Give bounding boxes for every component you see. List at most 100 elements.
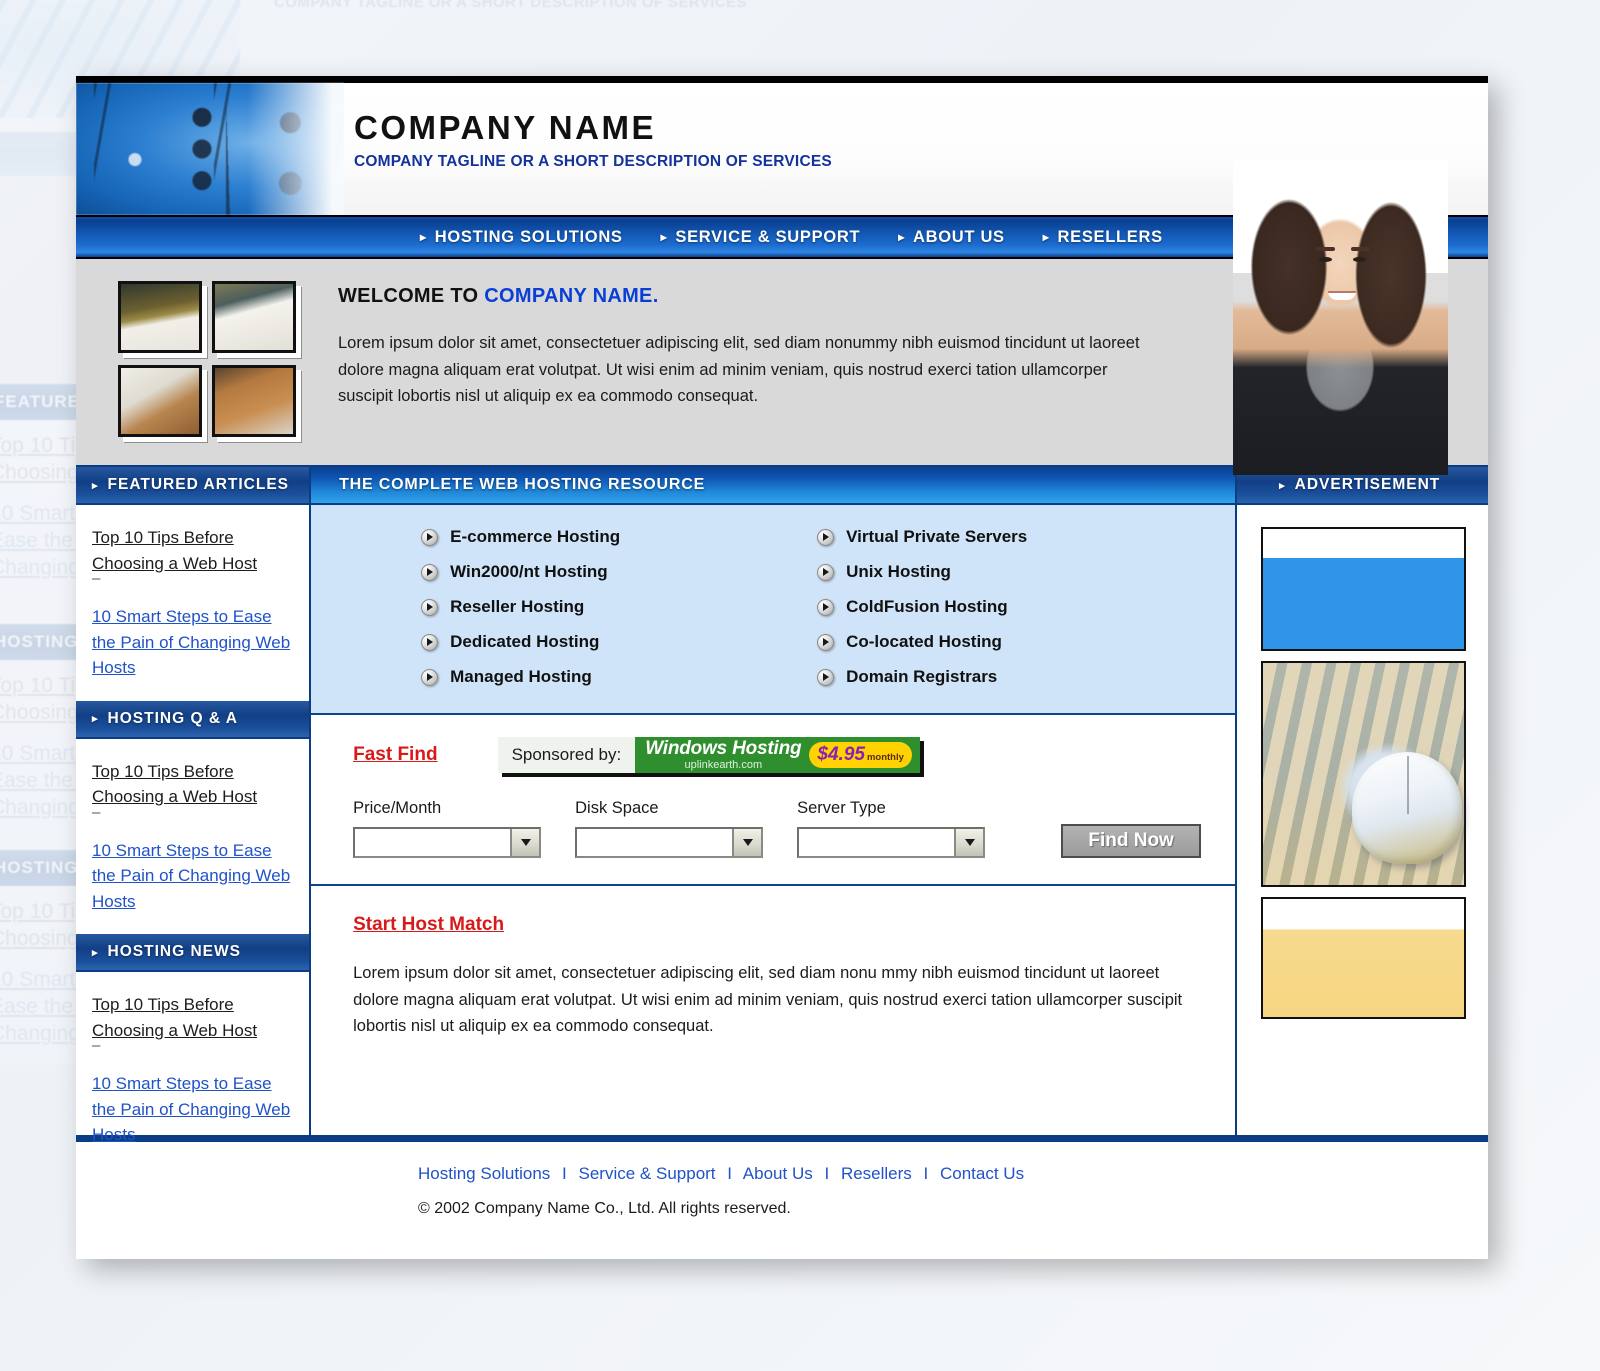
nav-label: HOSTING SOLUTIONS — [434, 227, 623, 246]
service-item-domain-registrars[interactable]: Domain Registrars — [773, 667, 1235, 687]
thumbnail-image-1 — [118, 281, 202, 353]
arrow-bullet-icon — [421, 563, 439, 581]
footer-separator: I — [727, 1164, 732, 1183]
chevron-right-icon: ▸ — [92, 479, 99, 492]
arrow-bullet-icon — [817, 563, 835, 581]
service-label: Domain Registrars — [846, 667, 998, 686]
service-item-unix-hosting[interactable]: Unix Hosting — [773, 562, 1235, 582]
service-item-win2000nt-hosting[interactable]: Win2000/nt Hosting — [311, 562, 773, 582]
welcome-body-text: Lorem ipsum dolor sit amet, consectetuer… — [338, 334, 1140, 406]
thumbnail-image-2 — [212, 281, 296, 353]
sponsor-banner[interactable]: Sponsored by: Windows Hosting uplinkeart… — [497, 737, 920, 773]
footer-link-contact-us[interactable]: Contact Us — [940, 1164, 1024, 1183]
service-item-dedicated-hosting[interactable]: Dedicated Hosting — [311, 632, 773, 652]
service-label: E-commerce Hosting — [450, 527, 621, 546]
ad-photo-inner — [1263, 663, 1464, 885]
sidebar-section-body-news: Top 10 Tips Before Choosing a Web Host –… — [76, 972, 309, 1168]
server-type-select[interactable] — [797, 827, 986, 858]
service-label: Virtual Private Servers — [846, 527, 1028, 546]
arrow-bullet-icon — [421, 598, 439, 616]
ad-banner-yellow[interactable] — [1261, 897, 1466, 1019]
service-item-co-located-hosting[interactable]: Co-located Hosting — [773, 632, 1235, 652]
service-label: Managed Hosting — [450, 667, 592, 686]
sponsor-label: Sponsored by: — [497, 737, 636, 773]
main-content: ▸ FEATURED ARTICLES Top 10 Tips Before C… — [76, 467, 1488, 1144]
find-now-button[interactable]: Find Now — [1061, 824, 1202, 858]
field-group-price-month: Price/Month — [353, 799, 542, 858]
sidebar-section-title: FEATURED ARTICLES — [107, 476, 289, 493]
welcome-heading: WELCOME TO COMPANY NAME. — [338, 285, 1238, 308]
footer-links: Hosting Solutions I Service & Support I … — [418, 1164, 1488, 1184]
sponsor-price-period: monthly — [866, 752, 904, 763]
left-sidebar: ▸ FEATURED ARTICLES Top 10 Tips Before C… — [76, 467, 312, 1144]
service-item-reseller-hosting[interactable]: Reseller Hosting — [311, 597, 773, 617]
chevron-down-icon — [732, 829, 762, 856]
field-label: Server Type — [797, 799, 886, 817]
footer-link-resellers[interactable]: Resellers — [841, 1164, 912, 1183]
fast-find-section: Fast Find Sponsored by: Windows Hosting … — [311, 715, 1236, 886]
copyright-text: © 2002 Company Name Co., Ltd. All rights… — [418, 1200, 791, 1217]
arrow-bullet-icon — [421, 633, 439, 651]
sidebar-dash: – — [92, 803, 101, 821]
disk-space-select[interactable] — [575, 827, 764, 858]
thumbnail-image-3 — [118, 365, 202, 437]
sidebar-section-body-featured: Top 10 Tips Before Choosing a Web Host –… — [76, 505, 309, 701]
nav-item-resellers[interactable]: ▸ RESELLERS — [1043, 228, 1163, 247]
center-section-header: THE COMPLETE WEB HOSTING RESOURCE — [311, 467, 1236, 505]
sidebar-article-link[interactable]: 10 Smart Steps to Ease the Pain of Chang… — [92, 838, 293, 915]
start-host-match-link[interactable]: Start Host Match — [353, 914, 504, 935]
advertisement-title: ADVERTISEMENT — [1294, 476, 1441, 493]
host-match-section: Start Host Match Lorem ipsum dolor sit a… — [311, 886, 1235, 1135]
fast-find-fields: Price/Month Disk Space Server Type Find … — [353, 799, 1202, 858]
arrow-bullet-icon — [817, 528, 835, 546]
service-item-ecommerce-hosting[interactable]: E-commerce Hosting — [311, 527, 773, 547]
ad-banner-blue[interactable] — [1261, 527, 1466, 651]
sidebar-article-link[interactable]: 10 Smart Steps to Ease the Pain of Chang… — [92, 604, 293, 681]
nav-item-service-support[interactable]: ▸ SERVICE & SUPPORT — [661, 228, 861, 247]
footer-separator: I — [824, 1164, 830, 1183]
website-window: COMPANY NAME COMPANY TAGLINE OR A SHORT … — [76, 76, 1488, 1259]
eye-right-icon — [1353, 257, 1366, 262]
welcome-heading-prefix: WELCOME TO — [338, 285, 485, 307]
arrow-bullet-icon — [421, 528, 439, 546]
computer-mouse-icon — [1351, 751, 1462, 864]
keyboard-mouse-photo[interactable] — [1261, 661, 1466, 887]
advertisement-sidebar: ▸ ADVERTISEMENT — [1237, 467, 1488, 1135]
service-item-managed-hosting[interactable]: Managed Hosting — [311, 667, 773, 687]
eyebrow-left-icon — [1316, 247, 1335, 251]
fast-find-title-link[interactable]: Fast Find — [353, 744, 437, 766]
service-item-virtual-private-servers[interactable]: Virtual Private Servers — [773, 527, 1235, 547]
price-month-select[interactable] — [353, 827, 542, 858]
sponsor-ad-body: Windows Hosting uplinkearth.com $4.95 mo… — [635, 737, 920, 773]
sidebar-article-link[interactable]: 10 Smart Steps to Ease the Pain of Chang… — [92, 1071, 293, 1148]
sidebar-section-title: HOSTING Q & A — [107, 709, 238, 727]
host-match-body-text: Lorem ipsum dolor sit amet, consectetuer… — [353, 964, 1183, 1036]
sidebar-article-link[interactable]: Top 10 Tips Before Choosing a Web Host — [92, 525, 293, 576]
footer-link-service-support[interactable]: Service & Support — [579, 1164, 716, 1183]
nav-label: RESELLERS — [1057, 227, 1163, 246]
nav-item-about-us[interactable]: ▸ ABOUT US — [898, 228, 1005, 247]
footer-link-hosting-solutions[interactable]: Hosting Solutions — [418, 1164, 550, 1183]
sidebar-article-link[interactable]: Top 10 Tips Before Choosing a Web Host — [92, 759, 293, 810]
brand-block: COMPANY NAME COMPANY TAGLINE OR A SHORT … — [354, 111, 832, 171]
chevron-right-icon: ▸ — [420, 230, 427, 244]
advertisement-body — [1237, 505, 1488, 1019]
service-item-coldfusion-hosting[interactable]: ColdFusion Hosting — [773, 597, 1235, 617]
sidebar-article-link[interactable]: Top 10 Tips Before Choosing a Web Host — [92, 992, 293, 1043]
arrow-bullet-icon — [817, 598, 835, 616]
footer-link-about-us[interactable]: About Us — [743, 1164, 813, 1183]
services-list: E-commerce Hosting Virtual Private Serve… — [311, 505, 1236, 715]
footer-separator: I — [562, 1164, 567, 1183]
service-label: Reseller Hosting — [450, 597, 585, 616]
sponsor-brand-block: Windows Hosting uplinkearth.com — [645, 739, 801, 771]
sidebar-section-header-news: ▸ HOSTING NEWS — [76, 934, 310, 972]
nav-item-hosting-solutions[interactable]: ▸ HOSTING SOLUTIONS — [420, 228, 623, 247]
businesswoman-photo — [1233, 159, 1448, 475]
nav-label: ABOUT US — [913, 227, 1005, 246]
sidebar-dash: – — [92, 1037, 101, 1054]
welcome-heading-company: COMPANY NAME. — [484, 285, 659, 307]
arrow-bullet-icon — [421, 668, 439, 686]
eyebrow-right-icon — [1351, 247, 1370, 251]
service-label: Dedicated Hosting — [450, 632, 600, 651]
service-label: ColdFusion Hosting — [846, 597, 1008, 616]
